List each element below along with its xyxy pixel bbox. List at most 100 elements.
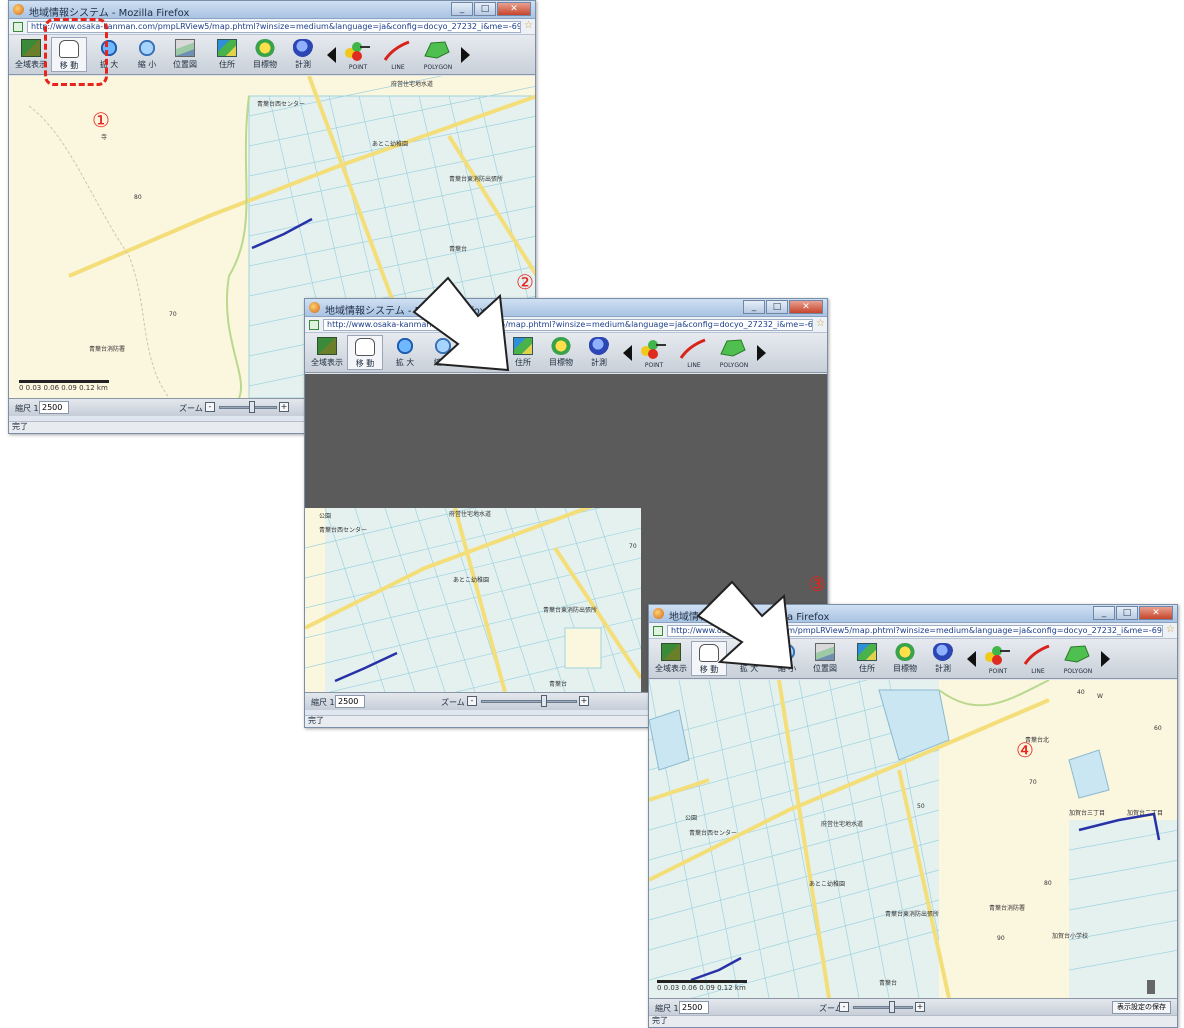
zoom-slider-thumb[interactable] <box>889 1001 895 1013</box>
landmark-label: 目標物 <box>549 358 573 367</box>
zoom-minus-button[interactable]: - <box>467 696 477 706</box>
scroll-right-arrow-icon[interactable] <box>461 47 470 63</box>
maximize-icon[interactable]: □ <box>474 2 496 16</box>
measure-button[interactable]: 計測 <box>925 641 961 676</box>
full-view-button[interactable]: 全域表示 <box>309 335 345 370</box>
address-button[interactable]: 住所 <box>849 641 885 676</box>
window-controls: _ □ ✕ <box>1092 606 1173 621</box>
scroll-left-arrow-icon[interactable] <box>327 47 336 63</box>
polygon-icon <box>1064 645 1090 663</box>
scroll-right-arrow-icon[interactable] <box>1101 651 1110 667</box>
line-tool-button[interactable]: LINE <box>379 37 417 72</box>
scale-bar: 0 0.03 0.06 0.09 0.12 km <box>657 980 747 992</box>
scale-input[interactable]: 2500 <box>679 1001 709 1014</box>
close-icon[interactable]: ✕ <box>789 300 823 314</box>
zoom-plus-button[interactable]: + <box>279 402 289 412</box>
measure-label: 計測 <box>591 358 607 367</box>
map-label-station: 青葉台 <box>879 979 897 987</box>
line-tool-button[interactable]: LINE <box>675 335 713 370</box>
line-tool-button[interactable]: LINE <box>1019 641 1057 676</box>
full-view-label: 全域表示 <box>311 358 343 367</box>
zoom-plus-button[interactable]: + <box>915 1002 925 1012</box>
landmark-icon <box>895 643 915 661</box>
line-label: LINE <box>687 362 701 369</box>
zoom-slider-track[interactable] <box>219 406 277 409</box>
address-button[interactable]: 住所 <box>209 37 245 72</box>
zoom-slider-thumb[interactable] <box>541 695 547 707</box>
maximize-icon[interactable]: □ <box>766 300 788 314</box>
polygon-tool-button[interactable]: POLYGON <box>419 37 457 72</box>
scroll-right-arrow-icon[interactable] <box>757 345 766 361</box>
firefox-icon <box>13 4 24 15</box>
landmark-button[interactable]: 目標物 <box>247 37 283 72</box>
save-view-button[interactable]: 表示設定の保存 <box>1112 1001 1171 1014</box>
location-map-button[interactable]: 位置図 <box>167 37 203 72</box>
address-icon <box>217 39 237 57</box>
map-status-bar: 縮尺 1: 2500 ズーム - + 表示設定の保存 <box>649 998 1177 1016</box>
map-view-shifted[interactable]: 公園 青葉台西センター 府営住宅地水道 あとこ幼稚園 青葉台東消防出張所 青葉台… <box>305 508 641 692</box>
measure-icon <box>293 39 313 57</box>
map-label-playground: 府営住宅地水道 <box>821 820 863 828</box>
address-icon <box>857 643 877 661</box>
polygon-label: POLYGON <box>719 362 749 369</box>
highlight-move-tool <box>44 18 108 86</box>
close-icon[interactable]: ✕ <box>1139 606 1173 620</box>
zoom-slider-thumb[interactable] <box>249 401 255 413</box>
firefox-icon <box>653 608 664 619</box>
close-icon[interactable]: ✕ <box>497 2 531 16</box>
map-toolbar: 全域表示 移 動 拡 大 縮 小 位置図 住所 目標物 計測 POINT LIN… <box>305 333 827 373</box>
scale-label: 縮尺 1: <box>655 1004 682 1013</box>
scroll-left-arrow-icon[interactable] <box>623 345 632 361</box>
point-tool-button[interactable]: POINT <box>635 335 673 370</box>
scale-input[interactable]: 2500 <box>39 401 69 414</box>
drag-arrow-2 <box>412 276 510 372</box>
site-identity-icon[interactable] <box>309 320 319 330</box>
scale-input[interactable]: 2500 <box>335 695 365 708</box>
zoom-slider-track[interactable] <box>853 1006 913 1009</box>
minimize-icon[interactable]: _ <box>451 2 473 16</box>
scale-bar: 0 0.03 0.06 0.09 0.12 km <box>19 380 109 392</box>
map-label-sanchome: 加賀台三丁目 <box>1069 809 1105 817</box>
window-controls: _ □ ✕ <box>742 300 823 315</box>
full-view-icon <box>661 643 681 661</box>
full-view-button[interactable]: 全域表示 <box>653 641 689 676</box>
point-tool-button[interactable]: POINT <box>339 37 377 72</box>
map-label-school: あとこ幼稚園 <box>809 880 845 888</box>
map-marker <box>1147 980 1155 994</box>
zoom-out-icon <box>137 39 157 57</box>
polygon-tool-button[interactable]: POLYGON <box>715 335 753 370</box>
maximize-icon[interactable]: □ <box>1116 606 1138 620</box>
landmark-button[interactable]: 目標物 <box>887 641 923 676</box>
site-identity-icon[interactable] <box>653 626 663 636</box>
bookmark-star-icon[interactable]: ☆ <box>524 20 533 31</box>
polygon-tool-button[interactable]: POLYGON <box>1059 641 1097 676</box>
polygon-label: POLYGON <box>1063 668 1093 675</box>
zoom-minus-button[interactable]: - <box>839 1002 849 1012</box>
bookmark-star-icon[interactable]: ☆ <box>1166 624 1175 635</box>
location-map-button[interactable]: 位置図 <box>807 641 843 676</box>
measure-button[interactable]: 計測 <box>285 37 321 72</box>
minimize-icon[interactable]: _ <box>743 300 765 314</box>
map-view[interactable]: 青葉台北 加賀台三丁目 加賀台二丁目 加賀台小学校 公園 青葉台西センター 府営… <box>649 680 1177 998</box>
map-label-1: 寺 <box>101 133 107 141</box>
point-label: POINT <box>644 362 664 369</box>
scale-label: 縮尺 1: <box>311 698 338 707</box>
minimize-icon[interactable]: _ <box>1093 606 1115 620</box>
map-label-n80: 80 <box>134 194 142 201</box>
point-tool-button[interactable]: POINT <box>979 641 1017 676</box>
url-field[interactable]: http://www.osaka-kanman.com/pmpLRView5/m… <box>323 319 813 331</box>
bookmark-star-icon[interactable]: ☆ <box>816 318 825 329</box>
landmark-button[interactable]: 目標物 <box>543 335 579 370</box>
zoom-out-button[interactable]: 縮 小 <box>129 37 165 72</box>
scroll-left-arrow-icon[interactable] <box>967 651 976 667</box>
map-label-n40: 40 <box>1077 689 1085 696</box>
move-button[interactable]: 移 動 <box>347 335 383 370</box>
zoom-slider-track[interactable] <box>481 700 577 703</box>
map-label-office: 青葉台東消防出張所 <box>449 175 503 183</box>
measure-button[interactable]: 計測 <box>581 335 617 370</box>
site-identity-icon[interactable] <box>13 22 23 32</box>
line-icon <box>1023 644 1050 665</box>
zoom-minus-button[interactable]: - <box>205 402 215 412</box>
map-label-n70: 70 <box>629 543 637 550</box>
zoom-plus-button[interactable]: + <box>579 696 589 706</box>
